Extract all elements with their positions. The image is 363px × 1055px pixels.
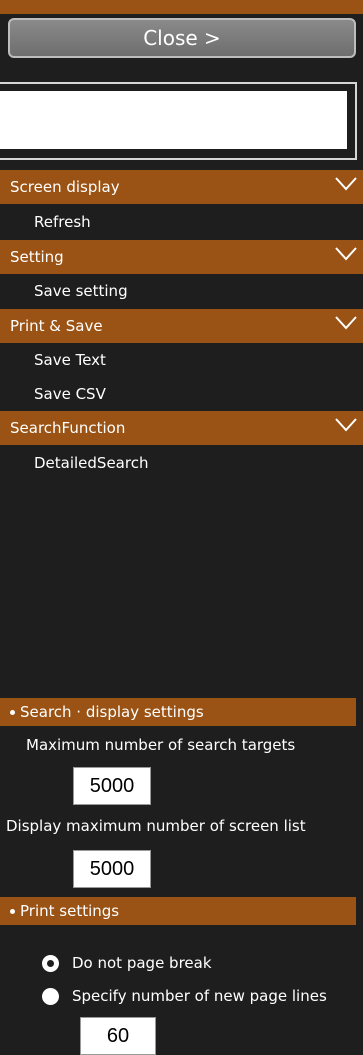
chevron-down-icon: [335, 177, 357, 191]
settings-header-label: Search · display settings: [20, 703, 204, 721]
settings-header-label: Print settings: [20, 902, 120, 920]
menu-item-label: Save Text: [34, 351, 106, 369]
page-lines-input[interactable]: [80, 1017, 156, 1055]
search-frame: [0, 82, 357, 160]
max-screen-list-label: Display maximum number of screen list: [6, 817, 306, 835]
search-display-settings-header: Search · display settings: [0, 698, 356, 726]
section-header-screen-display[interactable]: Screen display: [0, 170, 363, 204]
bullet-icon: [10, 908, 15, 914]
menu-item-label: DetailedSearch: [34, 454, 149, 472]
radio-option-page-lines[interactable]: Specify number of new page lines: [42, 987, 327, 1005]
section-header-search-function[interactable]: SearchFunction: [0, 411, 363, 445]
close-button-label: Close >: [143, 26, 221, 50]
section-title: Setting: [10, 248, 64, 266]
radio-checked-icon[interactable]: [42, 954, 59, 972]
close-button[interactable]: Close >: [8, 18, 356, 58]
menu-item-label: Save CSV: [34, 385, 106, 403]
section-title: SearchFunction: [10, 419, 126, 437]
search-input[interactable]: [0, 91, 347, 149]
print-settings-header: Print settings: [0, 897, 356, 925]
menu-item-save-setting[interactable]: Save setting: [34, 277, 128, 305]
bullet-icon: [10, 709, 15, 715]
section-header-print-save[interactable]: Print & Save: [0, 309, 363, 343]
radio-unchecked-icon[interactable]: [42, 987, 59, 1005]
max-search-targets-input[interactable]: [73, 767, 151, 805]
menu-item-label: Refresh: [34, 213, 91, 231]
chevron-down-icon: [335, 247, 357, 261]
menu-item-detailed-search[interactable]: DetailedSearch: [34, 449, 148, 477]
radio-label: Specify number of new page lines: [72, 987, 327, 1005]
menu-item-save-text[interactable]: Save Text: [34, 346, 106, 374]
chevron-down-icon: [335, 418, 357, 432]
max-search-targets-label: Maximum number of search targets: [26, 736, 296, 754]
chevron-down-icon: [335, 316, 357, 330]
radio-label: Do not page break: [72, 954, 212, 972]
menu-item-refresh[interactable]: Refresh: [34, 208, 91, 236]
radio-option-no-page-break[interactable]: Do not page break: [42, 954, 212, 972]
section-header-setting[interactable]: Setting: [0, 240, 363, 274]
section-title: Print & Save: [10, 317, 103, 335]
menu-item-label: Save setting: [34, 282, 128, 300]
max-screen-list-input[interactable]: [73, 850, 151, 888]
section-title: Screen display: [10, 178, 120, 196]
menu-item-save-csv[interactable]: Save CSV: [34, 380, 106, 408]
top-accent-strip: [0, 0, 363, 14]
